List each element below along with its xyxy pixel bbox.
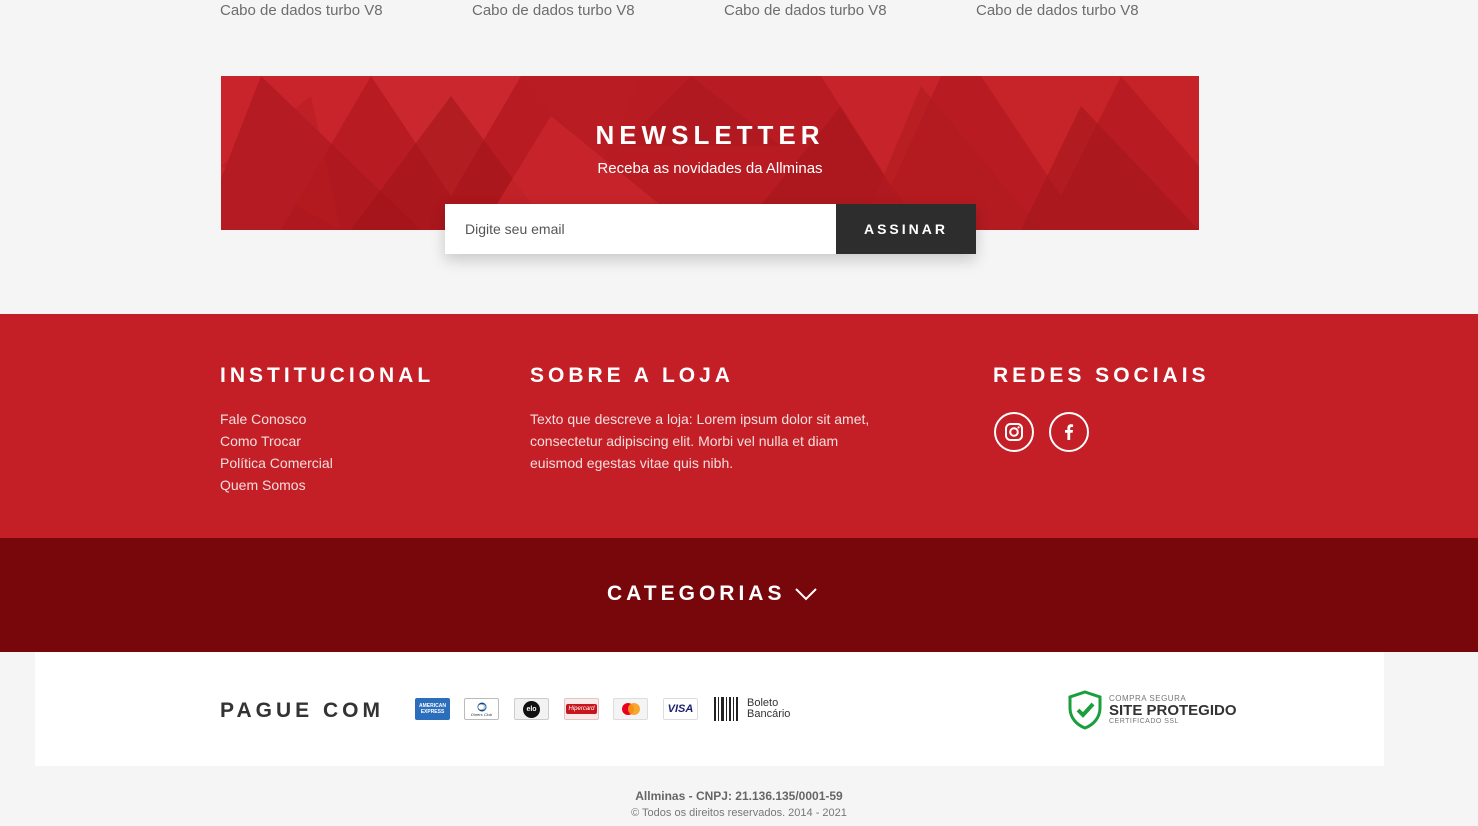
copyright-text: © Todos os direitos reservados. 2014 - 2… — [631, 807, 847, 819]
instagram-link[interactable] — [994, 412, 1034, 452]
categories-bar: CATEGORIAS — [0, 538, 1478, 652]
diners-club-logo — [477, 702, 486, 711]
diners-club-card-icon: Diners Club — [464, 698, 499, 720]
redes-sociais-title: REDES SOCIAIS — [993, 364, 1210, 387]
categories-label: CATEGORIAS — [607, 582, 786, 605]
chevron-down-icon — [795, 588, 818, 601]
ssl-main-label: SITE PROTEGIDO — [1109, 702, 1237, 719]
facebook-link[interactable] — [1049, 412, 1089, 452]
boleto-label: Boleto Bancário — [747, 698, 790, 720]
shield-check-icon — [1068, 690, 1102, 730]
ssl-seal: COMPRA SEGURA SITE PROTEGIDO CERTIFICADO… — [1067, 690, 1237, 730]
institucional-links: Fale Conosco Como Trocar Política Comerc… — [220, 408, 333, 496]
product-list: Cabo de dados turbo V8 Cabo de dados tur… — [220, 0, 1200, 30]
hipercard-card-icon: Hipercard — [564, 698, 599, 720]
ssl-text: COMPRA SEGURA SITE PROTEGIDO CERTIFICADO… — [1109, 695, 1237, 726]
sobre-loja-text: Texto que descreve a loja: Lorem ipsum d… — [530, 411, 870, 471]
amex-card-label: AMERICAN EXPRESS — [419, 703, 446, 715]
diners-club-label: Diners Club — [471, 711, 492, 717]
newsletter-title: NEWSLETTER — [595, 120, 825, 150]
payment-title: PAGUE COM — [220, 699, 384, 722]
email-input[interactable] — [445, 204, 836, 254]
visa-card-icon: VISA — [663, 698, 698, 720]
product-name[interactable]: Cabo de dados turbo V8 — [976, 2, 1139, 19]
barcode-icon — [714, 697, 738, 721]
ssl-bottom-label: CERTIFICADO SSL — [1109, 718, 1179, 725]
sobre-loja-title: SOBRE A LOJA — [530, 364, 734, 387]
instagram-icon — [1005, 423, 1023, 441]
newsletter-form: ASSINAR — [445, 204, 976, 254]
footer-link-item: Política Comercial — [220, 452, 333, 474]
footer-main: INSTITUCIONAL Fale Conosco Como Trocar P… — [0, 314, 1478, 538]
footer-link-como-trocar[interactable]: Como Trocar — [220, 433, 301, 449]
company-info: Allminas - CNPJ: 21.136.135/0001-59 — [635, 789, 843, 803]
product-name[interactable]: Cabo de dados turbo V8 — [220, 2, 383, 19]
legal-footer: Allminas - CNPJ: 21.136.135/0001-59 © To… — [0, 789, 1478, 819]
facebook-icon — [1065, 424, 1074, 440]
newsletter-subtitle: Receba as novidades da Allminas — [597, 160, 823, 177]
footer-link-item: Fale Conosco — [220, 408, 333, 430]
institucional-title: INSTITUCIONAL — [220, 364, 435, 387]
payment-section: PAGUE COM AMERICAN EXPRESS Diners Club e… — [35, 652, 1384, 766]
elo-card-label: elo — [523, 700, 540, 718]
boleto-option: Boleto Bancário — [713, 696, 790, 722]
visa-card-label: VISA — [667, 703, 694, 715]
footer-link-fale-conosco[interactable]: Fale Conosco — [220, 411, 306, 427]
product-name[interactable]: Cabo de dados turbo V8 — [472, 2, 635, 19]
footer-link-item: Como Trocar — [220, 430, 333, 452]
product-name[interactable]: Cabo de dados turbo V8 — [724, 2, 887, 19]
hipercard-card-label: Hipercard — [566, 704, 597, 714]
boleto-line2: Bancário — [747, 708, 791, 720]
footer-link-quem-somos[interactable]: Quem Somos — [220, 477, 306, 493]
mastercard-logo — [621, 703, 640, 715]
subscribe-button[interactable]: ASSINAR — [836, 204, 976, 254]
footer-link-item: Quem Somos — [220, 474, 333, 496]
categories-toggle[interactable]: CATEGORIAS — [607, 582, 818, 606]
elo-card-icon: elo — [514, 698, 549, 720]
mastercard-card-icon — [613, 698, 648, 720]
amex-card-icon: AMERICAN EXPRESS — [415, 698, 450, 720]
footer-link-politica-comercial[interactable]: Política Comercial — [220, 455, 333, 471]
